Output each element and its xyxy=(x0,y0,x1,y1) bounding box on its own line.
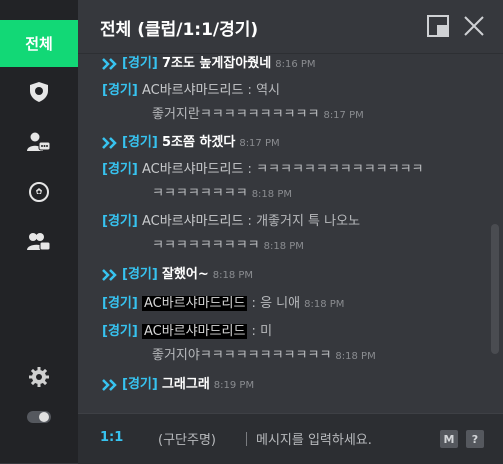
sender-name[interactable]: AC바르샤마드리드 xyxy=(142,162,243,177)
sender-name-highlighted[interactable]: AC바르샤마드리드 xyxy=(141,324,248,339)
message-text: 5조쯤 하겠다 xyxy=(161,135,236,150)
chat-log: [경기] 7조도 높게잡아줬네 8:16 PM [경기] AC바르샤마드리드 : … xyxy=(78,54,487,412)
timestamp: 8:18 PM xyxy=(212,270,254,281)
header: 전체 (클럽/1:1/경기) xyxy=(78,0,503,54)
channel-tag: [경기] xyxy=(102,83,138,98)
channel-tag: [경기] xyxy=(122,135,158,150)
separator: : xyxy=(243,162,257,177)
chevron-right-icon xyxy=(102,378,117,391)
whisper-target[interactable]: (구단주명) xyxy=(158,429,216,448)
chat-mode-button[interactable]: 1:1 xyxy=(100,430,123,445)
message-text: ㅋㅋㅋㅋㅋㅋㅋㅋ xyxy=(152,186,248,201)
close-button[interactable] xyxy=(462,14,486,38)
message-text: 좋거지야ㅋㅋㅋㅋㅋㅋㅋㅋㅋㅋㅋ xyxy=(152,348,332,363)
chat-scrollbar[interactable] xyxy=(487,54,503,412)
chevron-right-icon xyxy=(102,268,117,281)
timestamp: 8:18 PM xyxy=(304,299,345,310)
message-text: 역시 xyxy=(256,83,280,98)
message-text: 미 xyxy=(260,324,273,339)
channel-tag: [경기] xyxy=(122,56,158,71)
channel-tag: [경기] xyxy=(122,377,158,392)
message-text: 개좋거지 특 나오노 xyxy=(256,214,361,229)
channel-tag: [경기] xyxy=(122,267,158,282)
macro-button[interactable]: M xyxy=(440,430,458,448)
channel-tag: [경기] xyxy=(102,324,138,339)
system-message: [경기] 7조도 높게잡아줬네 8:16 PM xyxy=(102,54,316,75)
timestamp: 8:17 PM xyxy=(323,110,364,121)
page-title: 전체 (클럽/1:1/경기) xyxy=(100,20,259,40)
message-text: 응 니애 xyxy=(260,296,301,311)
message-continuation: 좋거지야ㅋㅋㅋㅋㅋㅋㅋㅋㅋㅋㅋ 8:18 PM xyxy=(152,346,376,367)
channel-tag: [경기] xyxy=(102,214,138,229)
input-bar: 1:1 (구단주명) 메시지를 입력하세요. M ? xyxy=(78,413,503,464)
timestamp: 8:17 PM xyxy=(239,138,280,149)
message-text: ㅋㅋㅋㅋㅋㅋㅋㅋㅋㅋㅋㅋㅋㅋ xyxy=(256,162,424,177)
chevron-right-icon xyxy=(102,57,117,70)
message-text: ㅋㅋㅋㅋㅋㅋㅋㅋㅋ xyxy=(152,238,260,253)
help-button[interactable]: ? xyxy=(466,430,484,448)
user-message: [경기] AC바르샤마드리드 : 응 니애 8:18 PM xyxy=(102,294,344,315)
user-message: [경기] AC바르샤마드리드 : ㅋㅋㅋㅋㅋㅋㅋㅋㅋㅋㅋㅋㅋㅋ xyxy=(102,160,424,180)
sender-name[interactable]: AC바르샤마드리드 xyxy=(142,83,243,98)
separator: : xyxy=(243,214,257,229)
gear-icon[interactable] xyxy=(27,365,51,389)
message-text: 좋거지란ㅋㅋㅋㅋㅋㅋㅋㅋㅋㅋ xyxy=(152,107,320,122)
timestamp: 8:16 PM xyxy=(275,59,316,70)
tab-all[interactable]: 전체 xyxy=(0,20,78,67)
sender-name-highlighted[interactable]: AC바르샤마드리드 xyxy=(141,296,248,311)
message-text: 그래그래 xyxy=(161,377,210,392)
message-continuation: ㅋㅋㅋㅋㅋㅋㅋㅋㅋ 8:18 PM xyxy=(152,236,304,257)
separator: : xyxy=(247,296,261,311)
timestamp: 8:18 PM xyxy=(263,241,304,252)
group-chat-icon[interactable] xyxy=(27,230,51,254)
friend-chat-icon[interactable] xyxy=(27,130,51,154)
toggle-icon[interactable] xyxy=(27,405,51,429)
timestamp: 8:18 PM xyxy=(251,189,292,200)
message-text: 잘했어~ xyxy=(161,267,209,282)
user-message: [경기] AC바르샤마드리드 : 역시 xyxy=(102,81,280,101)
close-icon xyxy=(464,16,484,36)
scroll-thumb[interactable] xyxy=(491,224,499,354)
separator: : xyxy=(243,83,257,98)
message-input[interactable]: 메시지를 입력하세요. xyxy=(256,429,372,448)
system-message: [경기] 5조쯤 하겠다 8:17 PM xyxy=(102,133,280,154)
timestamp: 8:18 PM xyxy=(335,351,376,362)
channel-tag: [경기] xyxy=(102,162,138,177)
separator: : xyxy=(247,324,261,339)
message-continuation: 좋거지란ㅋㅋㅋㅋㅋㅋㅋㅋㅋㅋ 8:17 PM xyxy=(152,105,364,126)
system-message: [경기] 잘했어~ 8:18 PM xyxy=(102,265,253,286)
message-text: 7조도 높게잡아줬네 xyxy=(161,56,272,71)
user-message: [경기] AC바르샤마드리드 : 개좋거지 특 나오노 xyxy=(102,212,360,232)
popout-button[interactable] xyxy=(426,14,450,38)
divider xyxy=(246,432,247,446)
channel-tag: [경기] xyxy=(102,296,138,311)
sidebar: 전체 xyxy=(0,0,78,463)
system-message: [경기] 그래그래 8:19 PM xyxy=(102,375,254,396)
message-continuation: ㅋㅋㅋㅋㅋㅋㅋㅋ 8:18 PM xyxy=(152,184,292,205)
timestamp: 8:19 PM xyxy=(213,380,255,391)
user-message: [경기] AC바르샤마드리드 : 미 xyxy=(102,322,272,342)
chevron-right-icon xyxy=(102,136,117,149)
club-shield-icon[interactable] xyxy=(27,80,51,104)
soccer-ball-icon[interactable] xyxy=(27,180,51,204)
sender-name[interactable]: AC바르샤마드리드 xyxy=(142,214,243,229)
